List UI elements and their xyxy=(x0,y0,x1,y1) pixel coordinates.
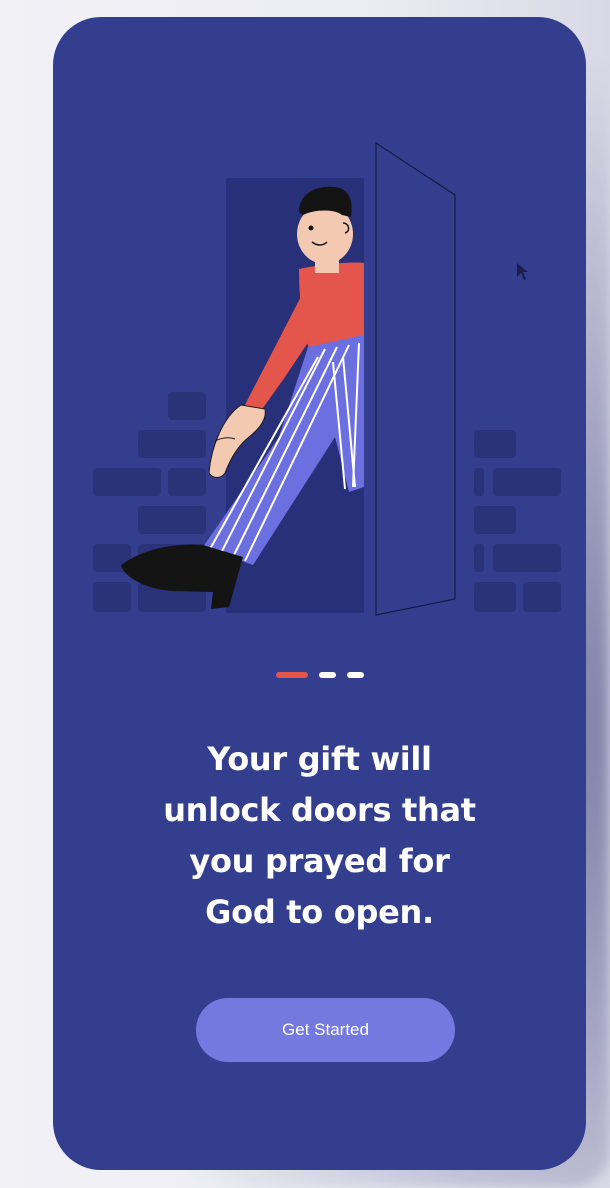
get-started-button[interactable]: Get Started xyxy=(196,998,455,1062)
headline-line-3: you prayed for xyxy=(189,842,450,880)
pagination-dot-2[interactable] xyxy=(318,672,336,678)
headline-line-2: unlock doors that xyxy=(163,791,476,829)
headline-line-4: God to open. xyxy=(205,893,434,931)
person-stepping-through-door-icon xyxy=(93,141,561,616)
onboarding-card: Your gift will unlock doors that you pra… xyxy=(53,17,586,1170)
onboarding-headline: Your gift will unlock doors that you pra… xyxy=(93,734,546,938)
pagination-dots xyxy=(53,670,586,680)
pagination-dot-1[interactable] xyxy=(275,672,308,678)
pagination-dot-3[interactable] xyxy=(346,672,364,678)
headline-line-1: Your gift will xyxy=(207,740,432,778)
mouse-pointer-icon xyxy=(517,263,528,280)
